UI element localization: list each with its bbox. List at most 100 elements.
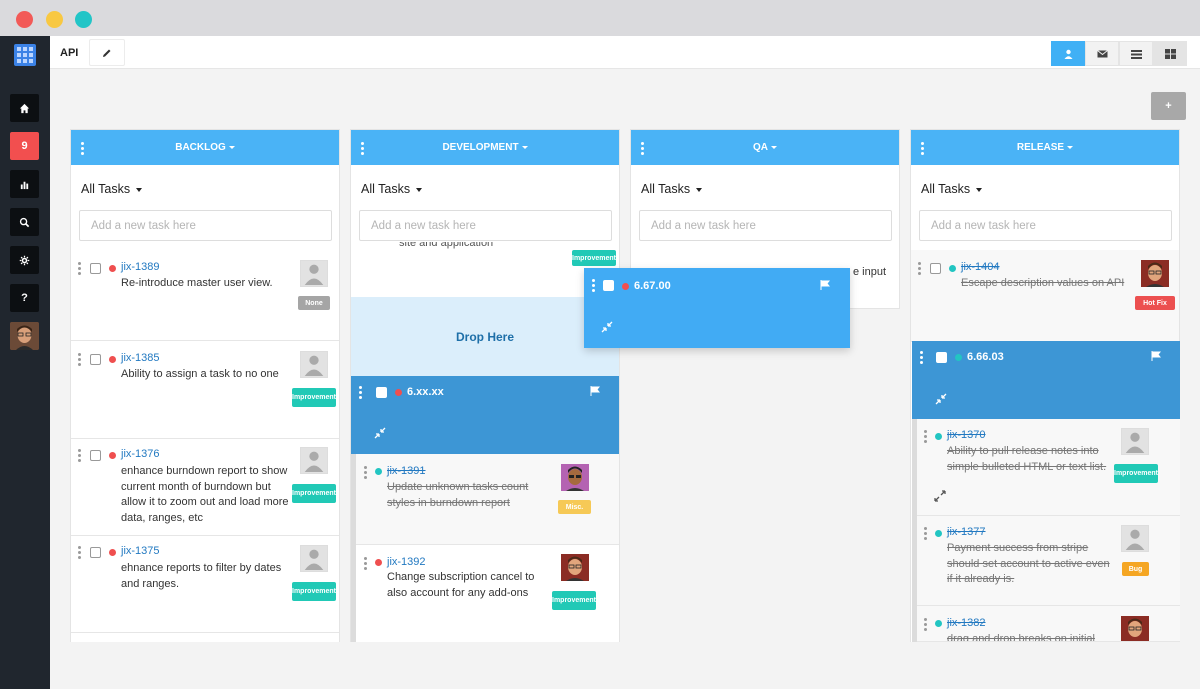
- drag-handle-icon[interactable]: [364, 466, 367, 479]
- expand-icon[interactable]: [934, 490, 946, 502]
- task-card[interactable]: jix-1404 Escape description values on AP…: [911, 250, 1179, 342]
- task-checkbox[interactable]: [90, 354, 101, 365]
- task-id-link[interactable]: jix-1376: [121, 448, 160, 460]
- task-filter-dropdown[interactable]: All Tasks: [81, 182, 143, 196]
- task-tag: None: [298, 296, 330, 310]
- view-user-button[interactable]: [1051, 41, 1085, 66]
- task-id-link[interactable]: jix-1389: [121, 261, 160, 273]
- zoom-window-button[interactable]: [75, 11, 92, 28]
- priority-dot: [935, 620, 942, 627]
- drag-handle-icon[interactable]: [924, 430, 927, 443]
- avatar[interactable]: [300, 545, 328, 572]
- add-task-input[interactable]: Add a new task here: [639, 210, 892, 241]
- avatar[interactable]: [1121, 428, 1149, 455]
- flag-icon[interactable]: [820, 280, 830, 290]
- version-group[interactable]: 6.66.03: [912, 341, 1180, 419]
- sidebar-item-notifications[interactable]: 9: [10, 132, 39, 160]
- edit-project-button[interactable]: [89, 39, 125, 66]
- task-card[interactable]: jix-1391 Update unknown tasks count styl…: [356, 454, 619, 545]
- avatar[interactable]: [300, 351, 328, 378]
- close-window-button[interactable]: [16, 11, 33, 28]
- task-checkbox[interactable]: [90, 450, 101, 461]
- column-header[interactable]: BACKLOG: [71, 130, 339, 165]
- column-header[interactable]: DEVELOPMENT: [351, 130, 619, 165]
- task-card[interactable]: jix-1389 Re-introduce master user view. …: [71, 250, 339, 341]
- add-task-input[interactable]: Add a new task here: [79, 210, 332, 241]
- task-filter-dropdown[interactable]: All Tasks: [921, 182, 983, 196]
- sidebar-item-search[interactable]: [10, 208, 39, 236]
- task-id-link[interactable]: jix-1375: [121, 545, 160, 557]
- add-column-button[interactable]: +: [1151, 92, 1186, 120]
- flag-icon[interactable]: [590, 386, 600, 396]
- task-id-link[interactable]: jix-1392: [387, 556, 426, 568]
- task-card[interactable]: jix-1382 drag and drop breaks on initial: [917, 606, 1180, 642]
- avatar[interactable]: [1121, 525, 1149, 552]
- board-icon: [1164, 48, 1176, 59]
- task-card[interactable]: jix-1375 ehnance reports to filter by da…: [71, 536, 339, 633]
- add-task-input[interactable]: Add a new task here: [359, 210, 612, 241]
- drag-handle-icon[interactable]: [78, 449, 81, 462]
- view-board-button[interactable]: [1153, 41, 1187, 66]
- task-id-link[interactable]: jix-1370: [947, 429, 986, 441]
- add-task-input[interactable]: Add a new task here: [919, 210, 1172, 241]
- column-header[interactable]: RELEASE: [911, 130, 1179, 165]
- avatar[interactable]: [1121, 616, 1149, 641]
- drag-handle-icon[interactable]: [359, 386, 362, 399]
- project-name[interactable]: API: [60, 47, 78, 59]
- drag-handle-icon[interactable]: [920, 351, 923, 364]
- collapse-icon[interactable]: [935, 393, 947, 405]
- task-id-link[interactable]: jix-1404: [961, 261, 1000, 273]
- sidebar-item-help[interactable]: ?: [10, 284, 39, 312]
- drag-handle-icon[interactable]: [924, 618, 927, 631]
- dragging-version-group[interactable]: 6.67.00: [584, 268, 850, 348]
- drop-zone[interactable]: Drop Here: [351, 297, 619, 376]
- task-card[interactable]: jix-1376 enhance burndown report to show…: [71, 439, 339, 536]
- avatar[interactable]: [300, 447, 328, 474]
- task-id-link[interactable]: jix-1382: [947, 617, 986, 629]
- collapse-icon[interactable]: [374, 427, 386, 439]
- view-list-button[interactable]: [1119, 41, 1153, 66]
- task-card[interactable]: jix-1377 Payment success from stripe sho…: [917, 516, 1180, 606]
- drag-handle-icon[interactable]: [918, 262, 921, 275]
- drag-handle-icon[interactable]: [361, 142, 364, 155]
- sidebar-item-reports[interactable]: [10, 170, 39, 198]
- task-card[interactable]: jix-1385 Ability to assign a task to no …: [71, 341, 339, 439]
- sidebar-item-profile[interactable]: [10, 322, 39, 350]
- task-id-link[interactable]: jix-1385: [121, 352, 160, 364]
- column-header[interactable]: QA: [631, 130, 899, 165]
- task-checkbox[interactable]: [90, 547, 101, 558]
- task-card[interactable]: jix-1392 Change subscription cancel to a…: [356, 545, 619, 642]
- avatar[interactable]: [1141, 260, 1169, 287]
- drag-handle-icon[interactable]: [78, 262, 81, 275]
- avatar[interactable]: [561, 554, 589, 581]
- drag-handle-icon[interactable]: [78, 546, 81, 559]
- drag-handle-icon[interactable]: [924, 527, 927, 540]
- task-filter-dropdown[interactable]: All Tasks: [641, 182, 703, 196]
- drag-handle-icon[interactable]: [921, 142, 924, 155]
- grid-logo-icon[interactable]: [14, 44, 36, 66]
- task-checkbox[interactable]: [930, 263, 941, 274]
- minimize-window-button[interactable]: [46, 11, 63, 28]
- view-mail-button[interactable]: [1085, 41, 1119, 66]
- group-checkbox[interactable]: [376, 387, 387, 398]
- drag-handle-icon[interactable]: [81, 142, 84, 155]
- collapse-icon[interactable]: [601, 321, 613, 333]
- flag-icon[interactable]: [1151, 351, 1161, 361]
- drag-handle-icon[interactable]: [78, 353, 81, 366]
- drag-handle-icon[interactable]: [592, 279, 595, 292]
- group-checkbox[interactable]: [603, 280, 614, 291]
- task-filter-dropdown[interactable]: All Tasks: [361, 182, 423, 196]
- sidebar-item-home[interactable]: [10, 94, 39, 122]
- avatar[interactable]: [300, 260, 328, 287]
- group-checkbox[interactable]: [936, 352, 947, 363]
- version-group[interactable]: 6.xx.xx: [351, 376, 619, 454]
- drag-handle-icon[interactable]: [641, 142, 644, 155]
- sidebar-item-settings[interactable]: [10, 246, 39, 274]
- drag-handle-icon[interactable]: [364, 557, 367, 570]
- version-label: 6.66.03: [967, 351, 1004, 363]
- task-id-link[interactable]: jix-1391: [387, 465, 426, 477]
- task-id-link[interactable]: jix-1377: [947, 526, 986, 538]
- task-card[interactable]: jix-1370 Ability to pull release notes i…: [917, 419, 1180, 516]
- task-checkbox[interactable]: [90, 263, 101, 274]
- avatar[interactable]: [561, 464, 589, 491]
